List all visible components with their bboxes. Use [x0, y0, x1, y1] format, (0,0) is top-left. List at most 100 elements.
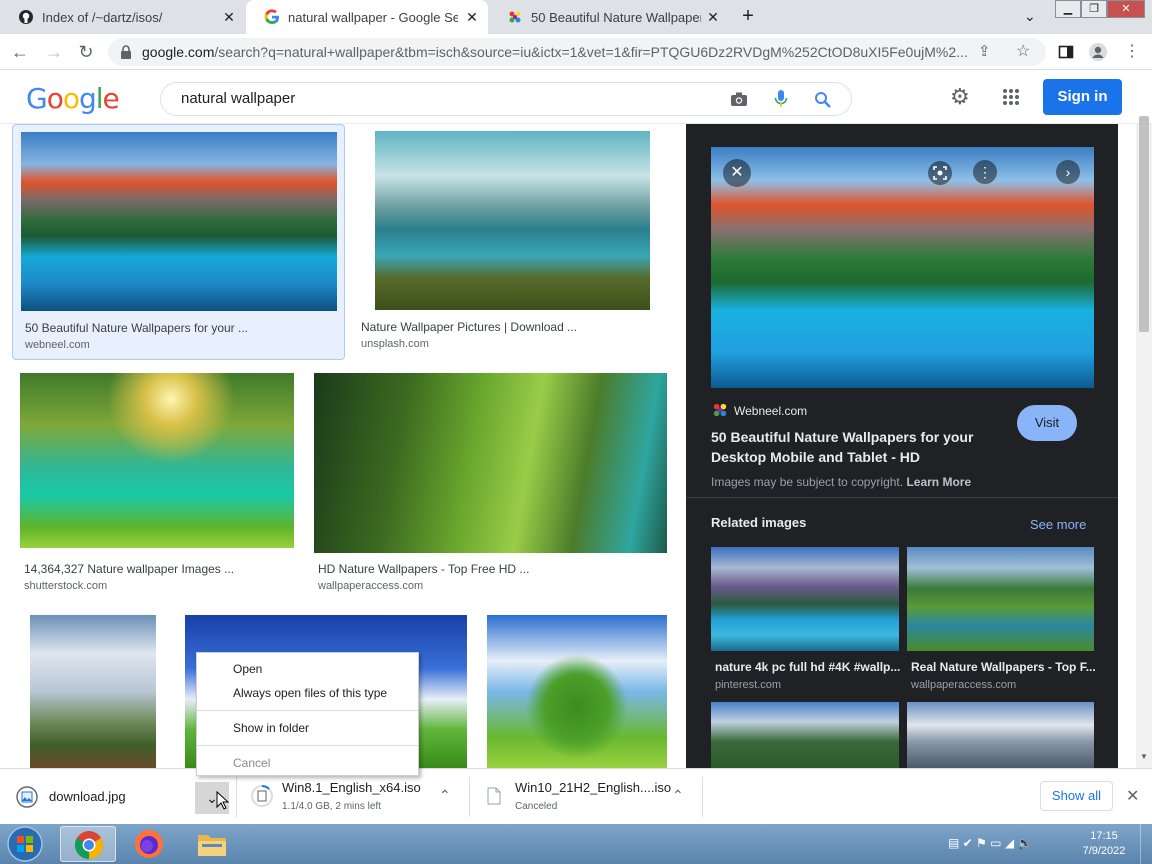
- microphone-icon[interactable]: [774, 89, 788, 109]
- result-thumbnail[interactable]: [21, 132, 337, 311]
- close-icon[interactable]: ✕: [221, 9, 237, 25]
- result-thumbnail[interactable]: [487, 615, 667, 768]
- sign-in-button[interactable]: Sign in: [1043, 79, 1122, 115]
- close-preview-icon[interactable]: ✕: [723, 159, 751, 187]
- preview-site-name[interactable]: Webneel.com: [734, 404, 807, 418]
- search-input[interactable]: [181, 90, 701, 107]
- result-source: unsplash.com: [361, 338, 429, 350]
- bookmark-star-icon[interactable]: ☆: [1016, 41, 1030, 61]
- google-g-icon: [264, 9, 279, 24]
- address-bar[interactable]: google.com/search?q=natural+wallpaper&tb…: [108, 38, 1046, 66]
- search-box[interactable]: [160, 82, 852, 116]
- chevron-up-icon[interactable]: ⌃: [672, 787, 684, 804]
- result-caption[interactable]: Nature Wallpaper Pictures | Download ...: [361, 320, 577, 334]
- tab-search-chevron-icon[interactable]: ⌄: [1024, 8, 1036, 25]
- result-caption[interactable]: 14,364,327 Nature wallpaper Images ...: [24, 562, 234, 576]
- result-card[interactable]: 14,364,327 Nature wallpaper Images ... s…: [12, 372, 302, 602]
- windows-taskbar: ▤ ✔ ⚑ ▭ ◢ 🔈 17:15 7/9/2022: [0, 824, 1152, 864]
- taskbar-firefox[interactable]: [120, 826, 176, 862]
- close-icon[interactable]: ✕: [705, 9, 721, 25]
- forward-button[interactable]: →: [42, 40, 66, 64]
- new-tab-button[interactable]: +: [737, 6, 759, 28]
- maximize-button[interactable]: ❐: [1081, 0, 1107, 18]
- webneel-icon: [509, 11, 521, 23]
- google-header: Google ⚙ Sign in: [0, 70, 1152, 124]
- minimize-button[interactable]: ▁: [1055, 0, 1081, 18]
- settings-gear-icon[interactable]: ⚙: [950, 84, 970, 110]
- download-item[interactable]: Win8.1_English_x64.iso 1.1/4.0 GB, 2 min…: [237, 769, 469, 825]
- close-shelf-icon[interactable]: ✕: [1126, 786, 1139, 806]
- kebab-menu-icon[interactable]: ⋮: [1124, 41, 1140, 61]
- reload-button[interactable]: ↻: [74, 40, 98, 64]
- result-thumbnail[interactable]: [30, 615, 156, 768]
- url-text: google.com/search?q=natural+wallpaper&tb…: [142, 44, 968, 60]
- result-card[interactable]: 50 Beautiful Nature Wallpapers for your …: [12, 124, 345, 360]
- back-button[interactable]: ←: [8, 40, 32, 64]
- taskbar-chrome[interactable]: [60, 826, 116, 862]
- related-thumbnail[interactable]: [711, 547, 899, 651]
- learn-more-link[interactable]: Learn More: [906, 475, 971, 489]
- lens-icon[interactable]: [928, 161, 952, 185]
- google-logo[interactable]: Google: [26, 82, 120, 115]
- side-panel-icon[interactable]: [1058, 44, 1074, 60]
- preview-image[interactable]: [711, 147, 1094, 388]
- show-desktop-button[interactable]: [1140, 824, 1152, 864]
- divider: [686, 497, 1118, 498]
- close-icon[interactable]: ✕: [464, 9, 480, 25]
- related-caption[interactable]: Real Nature Wallpapers - Top F...: [911, 660, 1096, 674]
- profile-avatar-icon[interactable]: [1088, 42, 1108, 62]
- result-caption[interactable]: 50 Beautiful Nature Wallpapers for your …: [25, 321, 248, 335]
- result-source: shutterstock.com: [24, 580, 108, 592]
- search-icon[interactable]: [814, 91, 832, 109]
- download-status: 1.1/4.0 GB, 2 mins left: [282, 801, 381, 812]
- menu-item-cancel[interactable]: Cancel: [233, 756, 270, 770]
- download-shelf: download.jpg ⌄ Win8.1_English_x64.iso 1.…: [0, 768, 1152, 824]
- show-all-button[interactable]: Show all: [1040, 781, 1113, 811]
- related-source: pinterest.com: [715, 679, 782, 691]
- related-source: wallpaperaccess.com: [911, 679, 1017, 691]
- camera-icon[interactable]: [730, 91, 748, 107]
- see-more-link[interactable]: See more: [1030, 517, 1086, 532]
- result-card[interactable]: [30, 615, 156, 768]
- start-button-icon[interactable]: [4, 824, 46, 864]
- menu-item-always-open[interactable]: Always open files of this type: [233, 686, 387, 700]
- preview-title[interactable]: 50 Beautiful Nature Wallpapers for your D…: [711, 427, 973, 467]
- apps-grid-icon[interactable]: [1002, 88, 1020, 106]
- related-thumbnail[interactable]: [907, 547, 1094, 651]
- result-thumbnail[interactable]: [20, 373, 294, 548]
- result-caption[interactable]: HD Nature Wallpapers - Top Free HD ...: [318, 562, 529, 576]
- browser-toolbar: ← → ↻ google.com/search?q=natural+wallpa…: [0, 34, 1152, 70]
- result-source: webneel.com: [25, 339, 90, 351]
- tab-google-search[interactable]: natural wallpaper - Google Search ✕: [246, 0, 488, 34]
- related-thumbnail[interactable]: [711, 702, 899, 768]
- result-card[interactable]: Nature Wallpaper Pictures | Download ...…: [357, 124, 669, 360]
- download-status: Canceled: [515, 801, 558, 812]
- tab-title: Index of /~dartz/isos/: [42, 9, 163, 25]
- system-clock[interactable]: 17:15 7/9/2022: [1074, 829, 1134, 859]
- tab-isos[interactable]: Index of /~dartz/isos/ ✕: [0, 0, 245, 34]
- close-window-button[interactable]: ✕: [1107, 0, 1145, 18]
- lock-icon[interactable]: [120, 45, 132, 59]
- next-image-icon[interactable]: ›: [1056, 160, 1080, 184]
- result-card[interactable]: [487, 615, 667, 768]
- download-item[interactable]: Win10_21H2_English....iso Canceled ⌃: [470, 769, 702, 825]
- folder-icon: [198, 835, 226, 856]
- scrollbar-thumb[interactable]: [1139, 116, 1149, 332]
- visit-button[interactable]: Visit: [1017, 405, 1077, 441]
- taskbar-explorer[interactable]: [184, 826, 240, 862]
- more-options-icon[interactable]: ⋮: [973, 160, 997, 184]
- related-caption[interactable]: nature 4k pc full hd #4K #wallp...: [715, 660, 900, 674]
- result-thumbnail[interactable]: [314, 373, 667, 553]
- result-source: wallpaperaccess.com: [318, 580, 424, 592]
- menu-item-open[interactable]: Open: [233, 662, 262, 676]
- tab-webneel[interactable]: 50 Beautiful Nature Wallpapers f ✕: [489, 0, 729, 34]
- related-thumbnail[interactable]: [907, 702, 1094, 768]
- download-item[interactable]: download.jpg ⌄: [0, 769, 236, 825]
- chevron-up-icon[interactable]: ⌃: [439, 787, 451, 804]
- menu-item-show-in-folder[interactable]: Show in folder: [233, 721, 309, 735]
- share-icon[interactable]: ⇪: [978, 42, 991, 60]
- result-card[interactable]: HD Nature Wallpapers - Top Free HD ... w…: [306, 372, 672, 602]
- result-thumbnail[interactable]: [375, 131, 650, 310]
- page-scrollbar[interactable]: ▲ ▼: [1136, 116, 1152, 768]
- tray-icons[interactable]: ▤ ✔ ⚑ ▭ ◢ 🔈: [948, 836, 1032, 850]
